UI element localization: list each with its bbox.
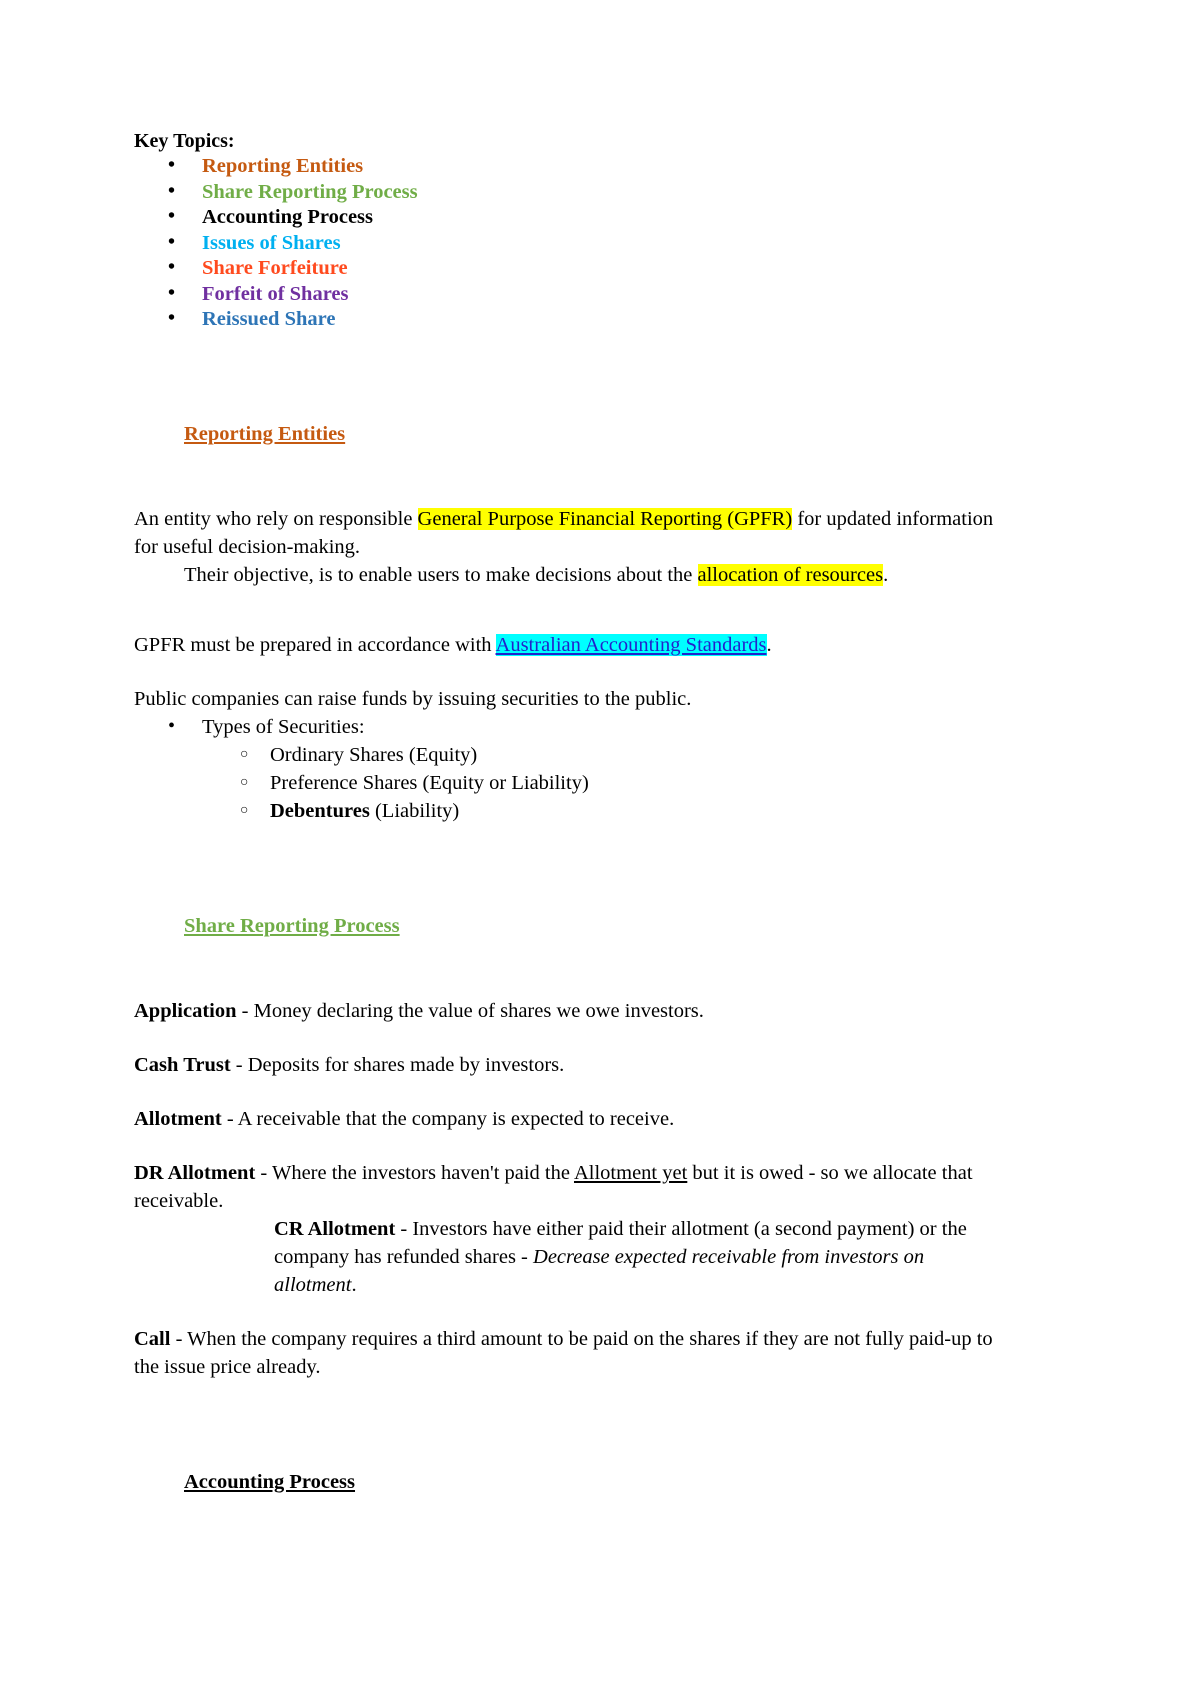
definition-term: CR Allotment (274, 1217, 396, 1240)
section-heading-wrap-reporting-entities: Reporting Entities (134, 421, 994, 447)
section-heading-accounting-process: Accounting Process (184, 1470, 356, 1493)
key-topics-list: Reporting Entities Share Reporting Proce… (134, 153, 994, 333)
definition-term: Call (134, 1327, 171, 1350)
definition-body: - Where the investors haven't paid the (255, 1161, 574, 1184)
text-fragment: . (883, 563, 889, 586)
list-item-label: Types of Securities: (202, 715, 365, 738)
paragraph-gpfr-standards: GPFR must be prepared in accordance with… (134, 631, 994, 659)
definition-body: - Money declaring the value of shares we… (236, 999, 704, 1022)
paragraph-entity-definition: An entity who rely on responsible Genera… (134, 505, 994, 561)
topic-label: Reissued Share (202, 308, 336, 330)
section-heading-share-reporting-process: Share Reporting Process (184, 914, 400, 937)
definition-cr-allotment: CR Allotment - Investors have either pai… (134, 1215, 994, 1299)
paragraph-objective: Their objective, is to enable users to m… (134, 561, 994, 589)
definition-body: - A receivable that the company is expec… (221, 1107, 675, 1130)
topic-item-share-forfeiture: Share Forfeiture (134, 255, 994, 282)
definition-body: - When the company requires a third amou… (134, 1327, 993, 1378)
section-heading-wrap-share-reporting-process: Share Reporting Process (134, 913, 994, 939)
definition-allotment: Allotment - A receivable that the compan… (134, 1105, 994, 1133)
list-item-label: (Liability) (369, 799, 460, 822)
definition-call: Call - When the company requires a third… (134, 1325, 994, 1381)
topic-label: Share Forfeiture (202, 257, 348, 279)
text-fragment: An entity who rely on responsible (134, 507, 418, 530)
topic-item-reissued-share: Reissued Share (134, 306, 994, 333)
topic-label: Share Reporting Process (202, 180, 418, 203)
definition-term: Cash Trust (134, 1053, 231, 1076)
list-item-label: Ordinary Shares (Equity) (270, 743, 478, 766)
highlight-allocation-of-resources: allocation of resources (697, 563, 884, 586)
list-item: Preference Shares (Equity or Liability) (202, 769, 994, 797)
text-fragment: GPFR must be prepared in accordance with (134, 633, 496, 656)
document-page: Key Topics: Reporting Entities Share Rep… (0, 0, 1200, 1698)
highlight-australian-accounting-standards: Australian Accounting Standards (495, 633, 767, 656)
topic-label: Reporting Entities (202, 155, 364, 177)
list-item: Debentures (Liability) (202, 797, 994, 825)
topic-item-accounting-process: Accounting Process (134, 204, 994, 231)
text-fragment: . (766, 633, 772, 656)
securities-sublist: Ordinary Shares (Equity) Preference Shar… (202, 741, 994, 825)
section-heading-reporting-entities: Reporting Entities (184, 422, 346, 445)
topic-label: Issues of Shares (202, 231, 341, 254)
highlight-gpfr: General Purpose Financial Reporting (GPF… (417, 507, 793, 530)
topic-item-issues-of-shares: Issues of Shares (134, 230, 994, 257)
definition-term: Allotment (134, 1107, 222, 1130)
topic-item-share-reporting-process: Share Reporting Process (134, 179, 994, 206)
paragraph-public-companies: Public companies can raise funds by issu… (134, 687, 692, 710)
definition-body: . (351, 1273, 357, 1296)
definition-application: Application - Money declaring the value … (134, 997, 994, 1025)
topic-label: Accounting Process (202, 206, 374, 228)
definition-term: Application (134, 999, 237, 1022)
definition-underlined-allotment-yet: Allotment yet (573, 1161, 688, 1184)
document-content: Key Topics: Reporting Entities Share Rep… (134, 128, 994, 1495)
definition-body: - Deposits for shares made by investors. (230, 1053, 565, 1076)
topic-item-reporting-entities: Reporting Entities (134, 153, 994, 180)
topic-label: Forfeit of Shares (202, 282, 349, 305)
securities-list: Types of Securities: Ordinary Shares (Eq… (134, 712, 994, 825)
key-topics-title: Key Topics: (134, 130, 235, 152)
definition-cash-trust: Cash Trust - Deposits for shares made by… (134, 1051, 994, 1079)
text-fragment: Their objective, is to enable users to m… (184, 563, 698, 586)
section-heading-wrap-accounting-process: Accounting Process (134, 1469, 994, 1495)
definition-dr-allotment: DR Allotment - Where the investors haven… (134, 1159, 994, 1215)
definition-term: DR Allotment (134, 1161, 256, 1184)
list-item-bold: Debentures (270, 799, 370, 822)
list-item-label: Preference Shares (Equity or Liability) (270, 771, 589, 794)
list-item-types-of-securities: Types of Securities: Ordinary Shares (Eq… (134, 712, 994, 825)
topic-item-forfeit-of-shares: Forfeit of Shares (134, 281, 994, 308)
list-item: Ordinary Shares (Equity) (202, 741, 994, 769)
